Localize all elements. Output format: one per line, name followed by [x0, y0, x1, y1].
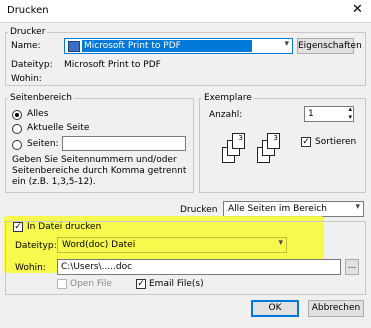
printer-name-value: Microsoft Print to PDF: [84, 41, 181, 51]
page-range-label: Seitenbereich: [10, 93, 72, 103]
copies-count-label: Anzahl:: [209, 110, 243, 120]
printer-type-value: Microsoft Print to PDF: [64, 60, 161, 70]
browse-button[interactable]: ...: [345, 259, 359, 275]
copies-group-label: Exemplare: [204, 93, 252, 103]
file-where-label: Wohin:: [15, 263, 46, 273]
chevron-down-icon: ▾: [284, 39, 289, 49]
title-bar: Drucken ✕: [0, 0, 371, 23]
chevron-down-icon: ▾: [278, 238, 283, 248]
collate-checkbox[interactable]: ✓: [301, 137, 311, 147]
spin-up-icon[interactable]: ▴: [348, 105, 352, 113]
range-current-label: Aktuelle Seite: [27, 123, 90, 133]
printer-name-select[interactable]: Microsoft Print to PDF ▾: [64, 38, 293, 54]
email-file-checkbox[interactable]: ✓: [136, 279, 146, 289]
range-hint: Geben Sie Seitennummern und/oder Seitenb…: [12, 155, 187, 187]
print-what-value: Alle Seiten im Bereich: [228, 204, 327, 214]
spin-down-icon[interactable]: ▾: [348, 113, 352, 121]
chevron-down-icon: ▾: [355, 202, 360, 212]
range-current-radio[interactable]: [12, 124, 22, 134]
ok-button[interactable]: OK: [251, 300, 299, 317]
range-all-radio[interactable]: [12, 110, 22, 120]
range-all-label: Alles: [27, 109, 49, 119]
range-pages-label: Seiten:: [27, 139, 59, 149]
file-path-value: C:\Users\.....doc: [61, 262, 133, 272]
open-file-label: Open File: [70, 279, 112, 289]
properties-button[interactable]: Eigenschaften: [297, 38, 362, 54]
print-what-label: Drucken: [180, 205, 218, 215]
page-range-input[interactable]: [62, 136, 186, 151]
file-path-input[interactable]: C:\Users\.....doc: [57, 259, 341, 275]
page-icon: 3: [232, 133, 245, 149]
file-type-value: Word(doc) Datei: [62, 240, 136, 250]
print-what-select[interactable]: Alle Seiten im Bereich ▾: [223, 201, 364, 217]
collate-label: Sortieren: [315, 137, 357, 147]
window-title: Drucken: [7, 5, 49, 16]
copies-count-input[interactable]: 1 ▴ ▾: [304, 105, 354, 122]
close-icon[interactable]: ✕: [352, 2, 363, 17]
printer-group: Drucker: [5, 27, 366, 86]
printer-group-label: Drucker: [10, 27, 46, 37]
print-to-file-checkbox[interactable]: ✓: [13, 222, 23, 232]
copies-count-value: 1: [308, 109, 314, 119]
printer-where-label: Wohin:: [11, 74, 42, 84]
printer-icon: [68, 41, 80, 52]
printer-type-label: Dateityp:: [11, 60, 53, 70]
email-file-label: Email File(s): [149, 279, 204, 289]
printer-name-label: Name:: [11, 41, 41, 51]
page-icon: 3: [267, 133, 280, 149]
file-type-label: Dateityp:: [15, 241, 57, 251]
print-to-file-label: In Datei drucken: [27, 222, 102, 232]
cancel-button[interactable]: Abbrechen: [308, 300, 364, 317]
range-pages-radio[interactable]: [12, 140, 22, 150]
open-file-checkbox[interactable]: [57, 279, 67, 289]
file-type-select[interactable]: Word(doc) Datei ▾: [57, 237, 287, 253]
